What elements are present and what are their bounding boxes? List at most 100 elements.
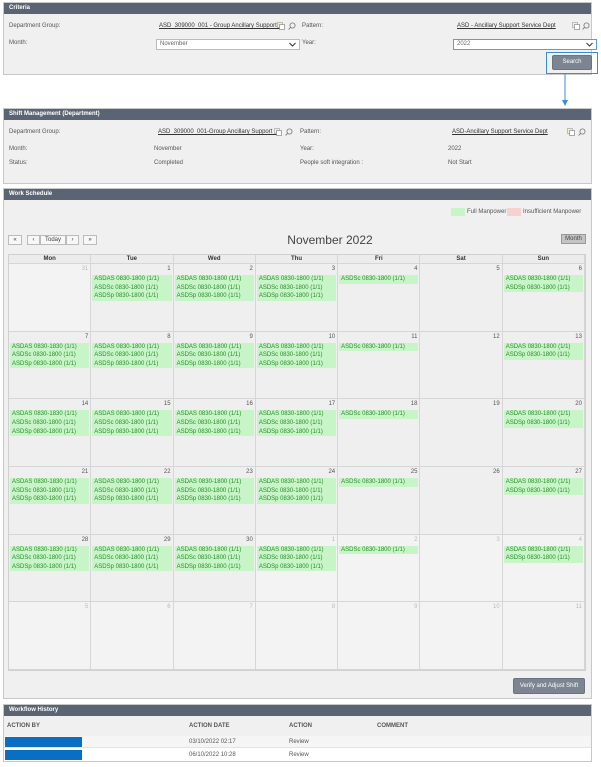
day-cell[interactable]: 2 ASDSc 0830-1800 (1/1): [338, 534, 421, 603]
day-number[interactable]: 11: [411, 334, 417, 340]
day-cell[interactable]: 7: [173, 602, 256, 670]
day-cell[interactable]: 15 ASDAS 0830-1800 (1/1) ASDSc 0830-1800 (…: [91, 399, 174, 467]
verify-adjust-shift-button[interactable]: Verify and Adjust Shift: [513, 678, 585, 694]
day-number[interactable]: 2: [414, 537, 417, 543]
day-number[interactable]: 14: [82, 401, 89, 407]
shift-event[interactable]: ASDSc 0830-1800 (1/1): [174, 418, 254, 428]
day-cell[interactable]: 4 ASDSc 0830-1800 (1/1): [338, 264, 421, 332]
day-cell[interactable]: 23 ASDAS 0830-1800 (1/1) ASDSc 0830-1800 (…: [173, 466, 256, 535]
search-icon[interactable]: [285, 128, 293, 136]
shift-event[interactable]: ASDAS 0830-1800 (1/1): [92, 410, 172, 419]
day-number[interactable]: 8: [332, 604, 335, 610]
day-cell[interactable]: 9 ASDAS 0830-1800 (1/1) ASDSc 0830-1800 (1…: [173, 331, 256, 400]
day-number[interactable]: 8: [167, 334, 170, 340]
shift-event[interactable]: ASDSp 0830-1800 (1/1): [92, 495, 172, 504]
day-cell[interactable]: 1 ASDAS 0830-1800 (1/1) ASDSc 0830-1800 (1…: [255, 534, 339, 603]
shift-event[interactable]: ASDAS 0830-1800 (1/1): [92, 545, 172, 555]
day-number[interactable]: 25: [411, 469, 418, 475]
today-button[interactable]: Today: [40, 235, 66, 245]
day-number[interactable]: 28: [82, 537, 89, 543]
shift-event[interactable]: ASDSc 0830-1800 (1/1): [174, 486, 254, 496]
shift-event[interactable]: ASDAS 0830-1800 (1/1): [92, 477, 172, 487]
day-number[interactable]: 21: [82, 469, 89, 475]
day-number[interactable]: 17: [328, 401, 335, 407]
shift-event[interactable]: ASDAS 0830-1800 (1/1): [503, 410, 583, 419]
shift-event[interactable]: ASDSp 0830-1800 (1/1): [174, 427, 254, 437]
shift-event[interactable]: ASDAS 0830-1800 (1/1): [503, 275, 583, 284]
shift-event[interactable]: ASDAS 0830-1800 (1/1): [174, 545, 254, 555]
next-month-button[interactable]: ›: [66, 235, 79, 245]
day-number[interactable]: 6: [167, 604, 170, 610]
shift-event[interactable]: ASDAS 0830-1830 (1/1): [10, 342, 90, 352]
shift-event[interactable]: ASDAS 0830-1800 (1/1): [92, 275, 172, 284]
shift-event[interactable]: ASDSp 0830-1800 (1/1): [503, 418, 583, 428]
shift-event[interactable]: ASDSp 0830-1800 (1/1): [503, 554, 583, 563]
day-number[interactable]: 5: [496, 266, 499, 272]
pattern-link[interactable]: ASD-Ancillary Support Service Dept: [452, 129, 548, 135]
day-number[interactable]: 31: [82, 266, 89, 272]
shift-event[interactable]: ASDAS 0830-1800 (1/1): [256, 477, 337, 487]
day-number[interactable]: 7: [85, 334, 88, 340]
shift-event[interactable]: ASDSp 0830-1800 (1/1): [174, 359, 254, 369]
month-select[interactable]: November: [156, 39, 300, 50]
shift-event[interactable]: ASDSp 0830-1800 (1/1): [92, 292, 172, 301]
shift-event[interactable]: ASDSc 0830-1800 (1/1): [10, 351, 90, 360]
shift-event[interactable]: ASDSc 0830-1800 (1/1): [10, 418, 90, 428]
day-number[interactable]: 15: [164, 401, 171, 407]
shift-event[interactable]: ASDSp 0830-1800 (1/1): [92, 562, 172, 572]
day-number[interactable]: 22: [164, 469, 171, 475]
day-number[interactable]: 26: [493, 469, 500, 475]
shift-event[interactable]: ASDSc 0830-1800 (1/1): [174, 554, 254, 563]
day-cell[interactable]: 17 ASDAS 0830-1800 (1/1) ASDSc 0830-1800 (…: [255, 399, 339, 467]
day-number[interactable]: 30: [246, 537, 253, 543]
day-number[interactable]: 5: [85, 604, 88, 610]
day-cell[interactable]: 28 ASDAS 0830-1830 (1/1) ASDSc 0830-1800 (…: [9, 534, 92, 603]
day-cell[interactable]: 21 ASDAS 0830-1830 (1/1) ASDSc 0830-1800 (…: [9, 466, 92, 535]
shift-event[interactable]: ASDSc 0830-1800 (1/1): [339, 275, 419, 284]
copy-icon[interactable]: [567, 128, 575, 136]
shift-event[interactable]: ASDSc 0830-1800 (1/1): [256, 418, 337, 428]
search-button[interactable]: Search: [552, 55, 592, 70]
day-cell[interactable]: 20 ASDAS 0830-1800 (1/1) ASDSp 0830-1800 (…: [502, 399, 585, 467]
day-number[interactable]: 4: [414, 266, 417, 272]
shift-event[interactable]: ASDSc 0830-1800 (1/1): [92, 486, 172, 496]
shift-event[interactable]: ASDAS 0830-1800 (1/1): [503, 545, 583, 555]
day-number[interactable]: 10: [328, 334, 335, 340]
prev-month-button[interactable]: ‹: [27, 235, 40, 245]
day-cell[interactable]: 30 ASDAS 0830-1800 (1/1) ASDSc 0830-1800 (…: [173, 534, 256, 603]
day-cell[interactable]: 7 ASDAS 0830-1830 (1/1) ASDSc 0830-1800 (1…: [9, 331, 92, 400]
shift-event[interactable]: ASDSp 0830-1800 (1/1): [10, 495, 90, 504]
dept-group-link[interactable]: ASD_309000_001 - Group Ancillary Support…: [159, 23, 282, 29]
day-cell[interactable]: 27 ASDAS 0830-1800 (1/1) ASDSp 0830-1800 (…: [502, 466, 585, 535]
shift-event[interactable]: ASDAS 0830-1800 (1/1): [256, 342, 337, 352]
day-number[interactable]: 13: [575, 334, 582, 340]
copy-icon[interactable]: [274, 128, 282, 136]
day-cell[interactable]: 5: [420, 264, 503, 332]
shift-event[interactable]: ASDAS 0830-1800 (1/1): [92, 342, 172, 352]
day-cell[interactable]: 6 ASDAS 0830-1800 (1/1) ASDSp 0830-1800 (1…: [502, 264, 585, 332]
shift-event[interactable]: ASDAS 0830-1800 (1/1): [256, 410, 337, 419]
shift-event[interactable]: ASDSc 0830-1800 (1/1): [92, 554, 172, 563]
day-number[interactable]: 4: [579, 537, 582, 543]
search-icon[interactable]: [288, 22, 296, 30]
day-number[interactable]: 3: [332, 266, 335, 272]
shift-event[interactable]: ASDSc 0830-1800 (1/1): [339, 342, 419, 352]
shift-event[interactable]: ASDSc 0830-1800 (1/1): [339, 410, 419, 419]
shift-event[interactable]: ASDSc 0830-1800 (1/1): [339, 477, 419, 487]
shift-event[interactable]: ASDSp 0830-1800 (1/1): [256, 495, 337, 504]
day-cell[interactable]: 4 ASDAS 0830-1800 (1/1) ASDSp 0830-1800 (1…: [502, 534, 585, 603]
day-cell[interactable]: 3: [420, 534, 503, 603]
day-cell[interactable]: 18 ASDSc 0830-1800 (1/1): [338, 399, 421, 467]
shift-event[interactable]: ASDSc 0830-1800 (1/1): [256, 554, 337, 563]
day-number[interactable]: 19: [493, 401, 500, 407]
shift-event[interactable]: ASDSc 0830-1800 (1/1): [92, 351, 172, 360]
shift-event[interactable]: ASDSc 0830-1800 (1/1): [339, 545, 419, 555]
search-icon[interactable]: [578, 128, 586, 136]
prev-year-button[interactable]: «: [8, 235, 22, 245]
day-number[interactable]: 24: [328, 469, 335, 475]
shift-event[interactable]: ASDAS 0830-1800 (1/1): [256, 275, 337, 284]
shift-event[interactable]: ASDAS 0830-1830 (1/1): [10, 410, 90, 419]
day-cell[interactable]: 14 ASDAS 0830-1830 (1/1) ASDSc 0830-1800 (…: [9, 399, 92, 467]
shift-event[interactable]: ASDAS 0830-1800 (1/1): [174, 477, 254, 487]
day-cell[interactable]: 11: [502, 602, 585, 670]
